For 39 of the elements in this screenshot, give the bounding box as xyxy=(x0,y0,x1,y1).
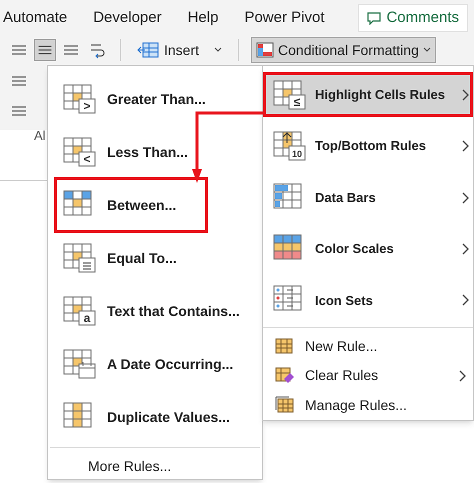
menu-item-label: Color Scales xyxy=(315,240,395,258)
menu-item-label: Equal To... xyxy=(107,248,177,268)
menu-item[interactable]: Color Scales xyxy=(263,226,473,272)
menu-item[interactable]: Between... xyxy=(57,180,205,230)
menu-item-label: Text that Contains... xyxy=(107,302,240,320)
menu-item-label: Clear Rules xyxy=(305,366,380,386)
menu-item[interactable]: Clear Rules xyxy=(263,361,473,391)
menu-item[interactable]: ≤ Highlight Cells Rules xyxy=(263,72,473,118)
menu-item-label: Between... xyxy=(107,196,176,214)
ribbon-tab[interactable]: Help xyxy=(188,6,218,30)
menu-item[interactable]: < Less Than... xyxy=(57,127,205,177)
menu-item-label: Top/Bottom Rules xyxy=(315,137,427,156)
menu-item-label: Greater Than... xyxy=(107,90,206,108)
menu-item-label: Less Than... xyxy=(107,142,188,162)
menu-item[interactable]: Manage Rules... xyxy=(263,390,473,420)
menu-item[interactable]: 10 Top/Bottom Rules xyxy=(263,123,473,169)
menu-item-label: New Rule... xyxy=(305,337,378,356)
menu-item-label: A Date Occurring... xyxy=(107,354,234,374)
menu-item[interactable]: Equal To... xyxy=(57,233,205,283)
menu-item[interactable]: Duplicate Values... xyxy=(57,392,234,442)
menu-item[interactable]: Data Bars xyxy=(263,174,473,220)
more-rules-item[interactable]: More Rules... xyxy=(48,456,262,477)
ribbon-tab[interactable]: Developer xyxy=(93,6,162,30)
group-label: Al xyxy=(33,127,47,145)
menu-item[interactable]: A Date Occurring... xyxy=(57,339,238,389)
menu-item-label: Data Bars xyxy=(315,188,377,207)
menu-item-label: Duplicate Values... xyxy=(107,408,230,427)
insert-button[interactable]: Insert xyxy=(133,38,226,62)
menu-item[interactable]: New Rule... xyxy=(263,332,473,362)
ribbon-tab[interactable]: Power Pivot xyxy=(244,6,324,30)
menu-item[interactable]: Icon Sets xyxy=(263,278,473,324)
comments-button[interactable]: Comments xyxy=(358,4,468,32)
ribbon-tab[interactable]: Automate xyxy=(3,6,68,30)
menu-item-label: Highlight Cells Rules xyxy=(315,86,446,104)
menu-item[interactable]: a Text that Contains... xyxy=(57,286,244,336)
menu-item-label: Manage Rules... xyxy=(305,396,408,415)
menu-item[interactable]: > Greater Than... xyxy=(57,74,210,124)
menu-item-label: Icon Sets xyxy=(315,292,374,310)
conditional-formatting-button[interactable]: Conditional Formatting xyxy=(251,37,436,63)
